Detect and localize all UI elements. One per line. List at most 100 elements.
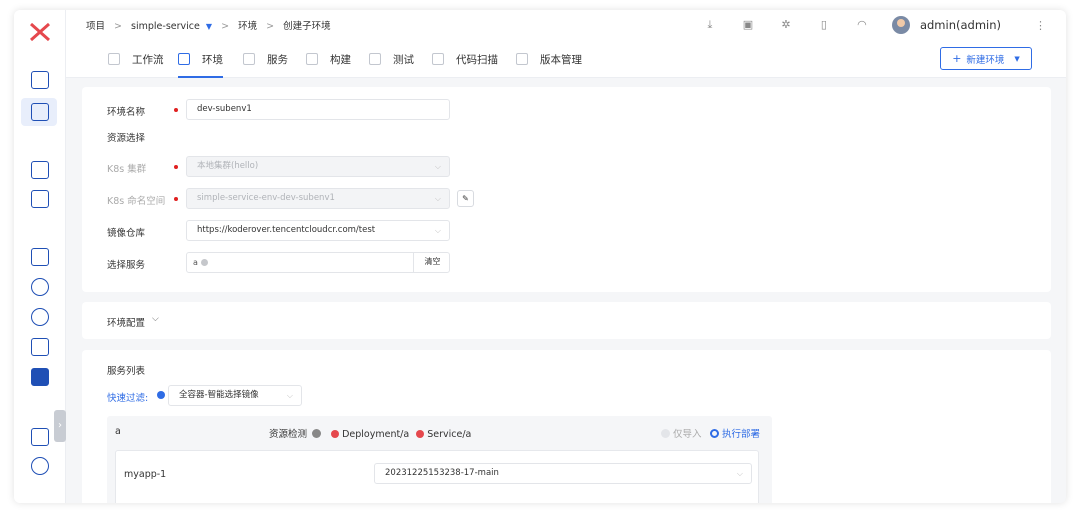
resource-section-title: 资源选择 [107,133,146,144]
package-icon[interactable] [31,308,49,326]
tab-workflow[interactable]: 工作流 [108,40,164,78]
test-icon [369,53,381,65]
more-icon[interactable]: ⋮ [1035,19,1046,32]
deploy-option[interactable]: 执行部署 [710,426,760,440]
clear-button[interactable]: 清空 [413,253,449,272]
required-marker [174,197,178,201]
bell-icon[interactable]: ◠ [854,18,870,32]
header: 项目 > simple-service ▼ > 环境 > 创建子环境 ⤓ ▣ ✲ … [66,10,1066,40]
tab-label: 环境 [202,53,223,66]
import-only-label: 仅导入 [673,429,702,440]
new-environment-label: 新建环境 [966,54,1005,66]
required-marker [174,108,178,112]
header-actions: ⤓ ▣ ✲ ▯ ◠ admin(admin) ⋮ [702,16,1046,34]
resource-check: 资源检测 Deployment/a Service/a [269,426,471,440]
tab-environment[interactable]: 环境 [178,40,223,78]
namespace-select-value: simple-service-env-dev-subenv1 [197,193,335,203]
env-name-input[interactable]: dev-subenv1 [186,99,450,120]
project-icon[interactable] [31,103,49,121]
breadcrumb: 项目 > simple-service ▼ > 环境 > 创建子环境 [86,18,337,32]
services-select[interactable]: a 清空 [186,252,450,273]
build-icon [306,53,318,65]
breadcrumb-current: 创建子环境 [283,21,331,32]
tab-label: 构建 [330,53,351,66]
code-icon [178,53,190,65]
edit-icon[interactable] [31,161,49,179]
registry-select-value: https://koderover.tencentcloudcr.com/tes… [197,225,376,235]
env-name-label: 环境名称 [107,107,146,118]
breadcrumb-service[interactable]: simple-service [131,21,200,32]
registry-select[interactable]: https://koderover.tencentcloudcr.com/tes… [186,220,450,241]
server-icon[interactable] [31,248,49,266]
breadcrumb-separator: > [221,21,230,32]
chevron-down-icon[interactable]: ⌵ [152,314,159,324]
radio-off-icon [661,429,670,438]
container-name: myapp-1 [124,469,167,480]
tab-label: 代码扫描 [456,53,498,66]
settings-icon[interactable] [31,368,49,386]
chevron-down-icon: ⌵ [434,194,441,203]
service-name: a [115,426,121,437]
quick-filter-select[interactable]: 全容器-智能选择镜像 ⌵ [168,385,302,406]
service-panel: a 资源检测 Deployment/a Service/a 仅导入 执行部署 m… [107,416,772,503]
chevron-down-icon: ⌵ [434,162,441,171]
dashboard-icon[interactable] [31,428,49,446]
breadcrumb-project[interactable]: 项目 [86,21,105,32]
resource-check-label: 资源检测 [269,429,308,440]
image-select[interactable]: 20231225153238-17-main ⌵ [374,463,752,484]
avatar[interactable] [891,16,910,34]
download-icon[interactable]: ⤓ [702,18,718,32]
tab-label: 服务 [267,53,288,66]
tab-build[interactable]: 构建 [306,40,351,78]
namespace-label: K8s 命名空间 [107,196,166,207]
caret-down-icon[interactable]: ▼ [206,22,212,31]
tab-services[interactable]: 服务 [243,40,288,78]
deploy-label: 执行部署 [722,429,761,440]
env-config-label[interactable]: 环境配置 [107,315,145,329]
cluster-label: K8s 集群 [107,164,147,175]
resource-deployment: Deployment/a [342,429,410,440]
version-icon [516,53,528,65]
app-window: › 项目 > simple-service ▼ > 环境 > 创建子环境 ⤓ ▣ … [14,10,1066,503]
resource-service: Service/a [427,429,472,440]
translate-icon[interactable]: ▣ [740,18,756,32]
services-label: 选择服务 [107,260,146,271]
tab-test[interactable]: 测试 [369,40,414,78]
radio-on-icon [710,429,719,438]
sidebar-collapse-handle[interactable]: › [54,410,66,442]
remove-tag-icon[interactable] [200,259,208,266]
breadcrumb-separator: > [114,21,123,32]
monitor-icon[interactable] [31,190,49,208]
service-list-title: 服务列表 [107,366,146,377]
import-only-option[interactable]: 仅导入 [661,426,702,440]
plugin-icon[interactable]: ✲ [778,18,794,32]
new-environment-button[interactable]: + 新建环境 ▼ [940,47,1032,70]
error-icon [416,430,425,438]
env-config-section[interactable]: 环境配置 ⌵ [82,302,1051,339]
sidebar: › [14,10,66,503]
flask-icon[interactable] [31,278,49,296]
edit-namespace-icon[interactable]: ✎ [457,190,474,207]
tab-code-scan[interactable]: 代码扫描 [432,40,498,78]
workflow-icon [108,53,120,65]
hierarchy-icon[interactable] [31,338,49,356]
book-icon[interactable]: ▯ [816,18,832,32]
caret-down-icon: ▼ [1014,54,1020,63]
cluster-select-value: 本地集群(hello) [197,161,259,171]
scan-icon [432,53,444,65]
pulse-icon[interactable] [31,71,49,89]
namespace-select: simple-service-env-dev-subenv1 ⌵ [186,188,450,209]
tab-label: 测试 [393,53,414,66]
chevron-down-icon: ⌵ [434,226,441,235]
plus-icon: + [952,52,962,65]
pie-chart-icon[interactable] [31,457,49,475]
info-icon[interactable] [157,391,165,399]
quick-filter-label: 快速过滤: [107,393,149,404]
breadcrumb-env[interactable]: 环境 [238,21,257,32]
user-name[interactable]: admin(admin) [920,18,1001,32]
tab-label: 版本管理 [540,53,582,66]
container-card: myapp-1 20231225153238-17-main ⌵ [115,450,759,503]
tab-versions[interactable]: 版本管理 [516,40,582,78]
help-icon[interactable] [312,429,322,438]
registry-label: 镜像仓库 [107,228,146,239]
